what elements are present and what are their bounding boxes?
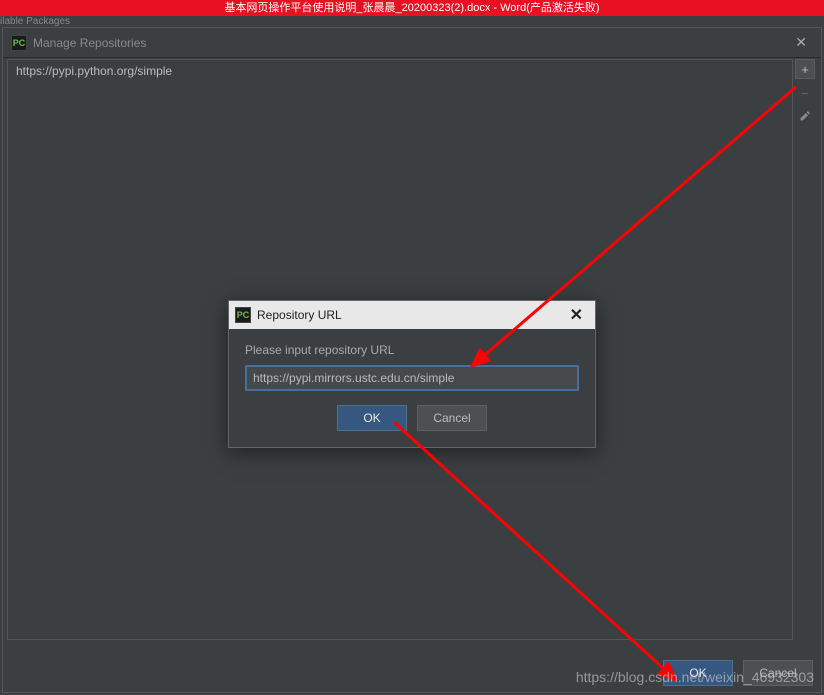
- main-close-button[interactable]: ✕: [789, 32, 813, 53]
- repository-url-input[interactable]: [245, 365, 579, 391]
- pencil-icon: [799, 110, 811, 125]
- modal-title: Repository URL: [257, 308, 564, 322]
- modal-titlebar: PC Repository URL ✕: [229, 301, 595, 329]
- main-window-title: Manage Repositories: [33, 36, 789, 50]
- truncated-background-label: ilable Packages: [0, 16, 80, 26]
- add-repository-button[interactable]: +: [795, 59, 815, 79]
- modal-cancel-button[interactable]: Cancel: [417, 405, 487, 431]
- modal-ok-button[interactable]: OK: [337, 405, 407, 431]
- side-toolbar: + −: [795, 59, 817, 127]
- repository-url-dialog: PC Repository URL ✕ Please input reposit…: [228, 300, 596, 448]
- word-titlebar: 基本网页操作平台使用说明_张晨晨_20200323(2).docx - Word…: [0, 0, 824, 16]
- repository-item[interactable]: https://pypi.python.org/simple: [8, 60, 792, 82]
- modal-body: Please input repository URL OK Cancel: [229, 329, 595, 447]
- main-titlebar: PC Manage Repositories ✕: [3, 28, 821, 58]
- modal-close-button[interactable]: ✕: [564, 305, 589, 325]
- plus-icon: +: [801, 62, 809, 77]
- minus-icon: −: [801, 86, 809, 101]
- pycharm-icon: PC: [235, 307, 251, 323]
- word-title-text: 基本网页操作平台使用说明_张晨晨_20200323(2).docx - Word…: [224, 2, 599, 14]
- remove-repository-button[interactable]: −: [795, 83, 815, 103]
- modal-footer: OK Cancel: [245, 405, 579, 431]
- watermark: https://blog.csdn.net/weixin_46932303: [576, 669, 814, 685]
- pycharm-icon: PC: [11, 35, 27, 51]
- modal-label: Please input repository URL: [245, 343, 579, 357]
- edit-repository-button[interactable]: [795, 107, 815, 127]
